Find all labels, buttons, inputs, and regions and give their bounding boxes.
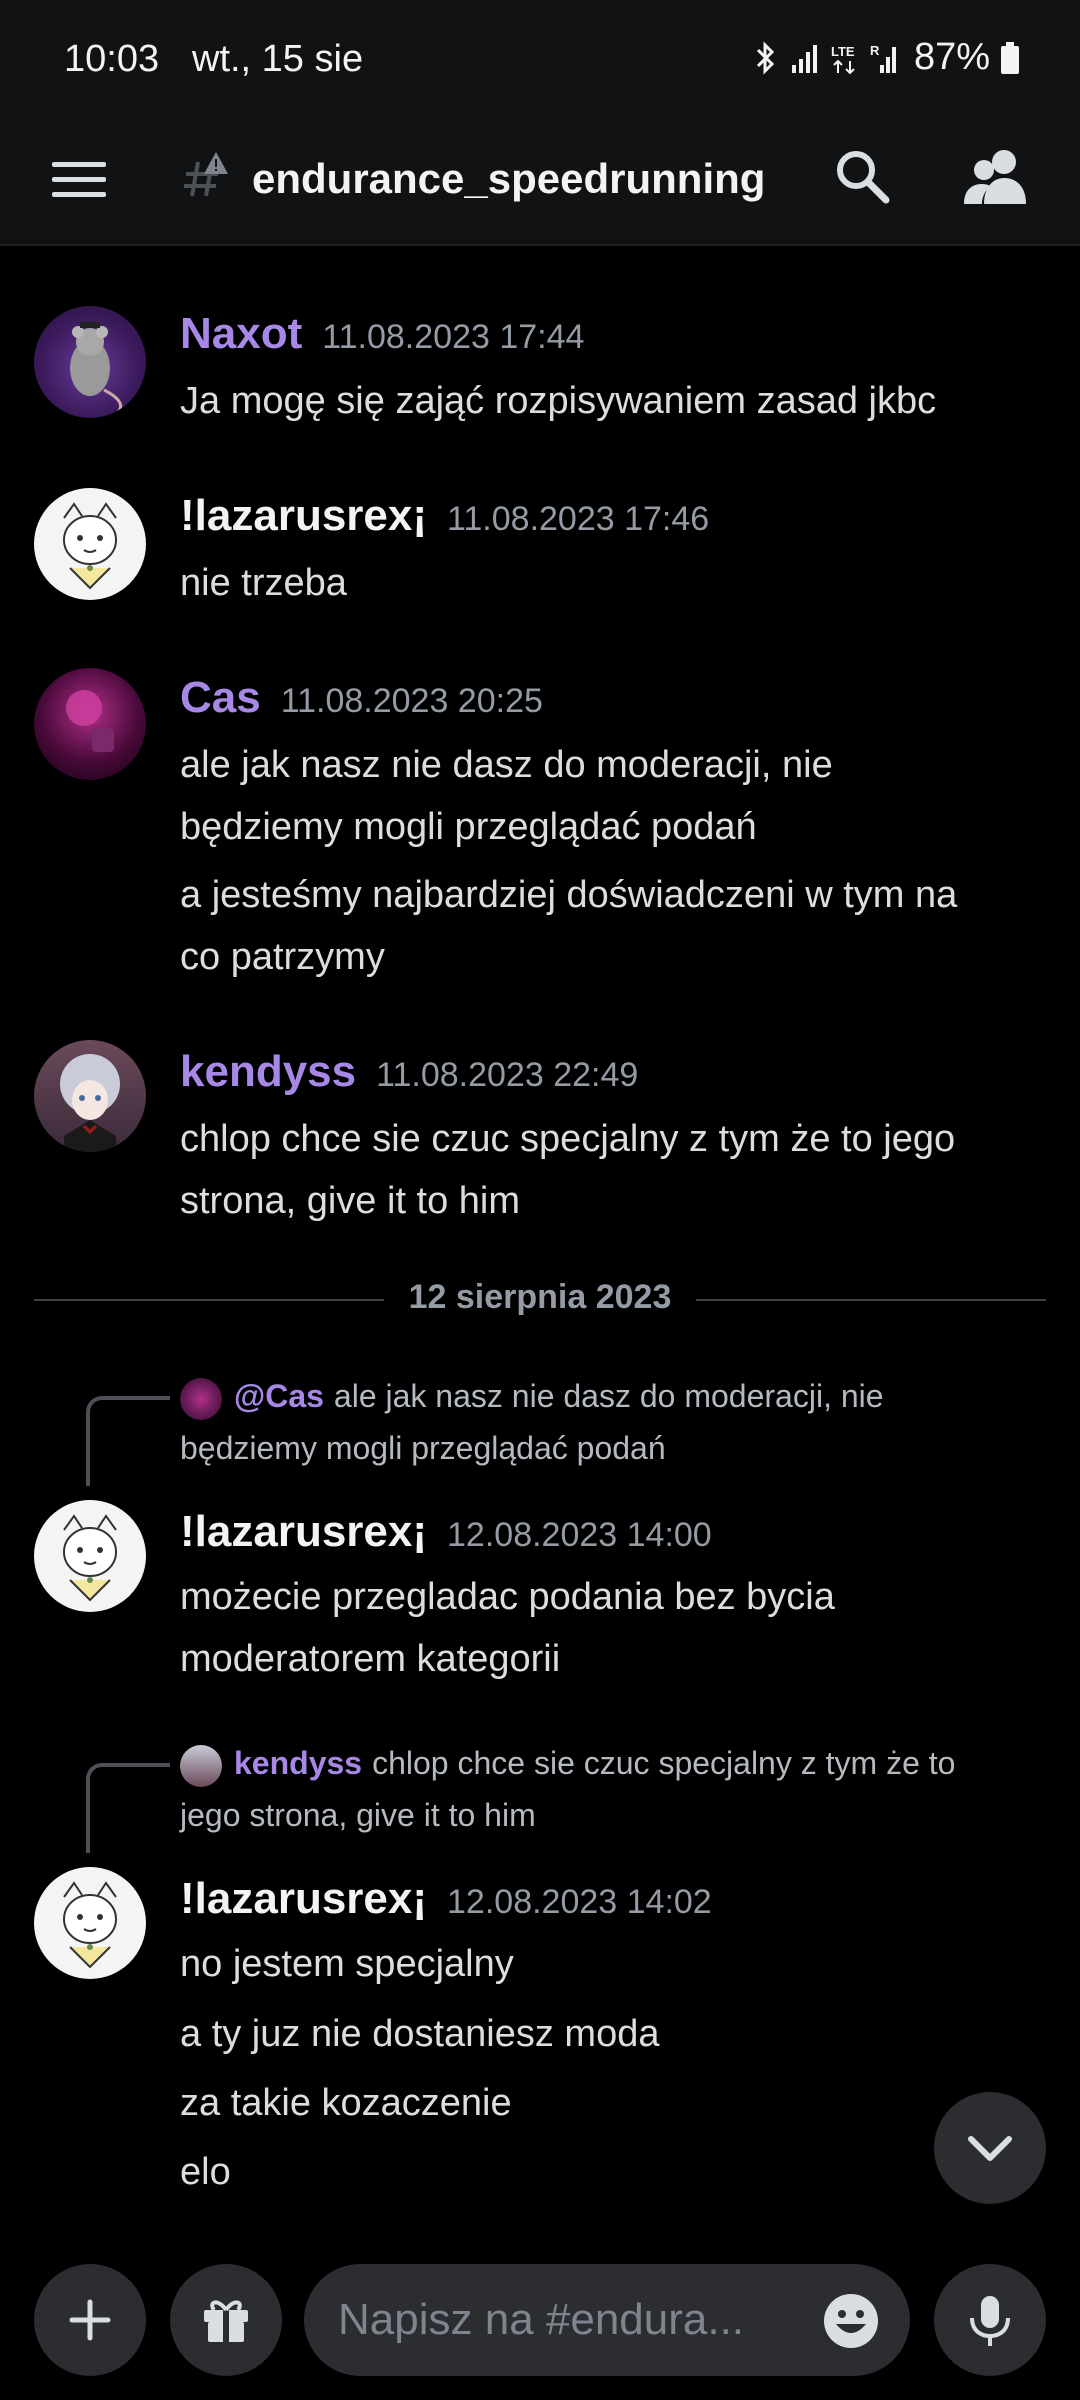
message-timestamp: 11.08.2023 22:49	[376, 1056, 639, 1094]
reply-preview[interactable]: @Cas ale jak nasz nie dasz do moderacji, …	[180, 1370, 1040, 1422]
reply-author: @Cas	[234, 1378, 324, 1414]
members-icon[interactable]	[960, 142, 1030, 212]
status-bar: 10:03 wt., 15 sie LTE R 87%	[0, 0, 1080, 118]
date-divider: 12 sierpnia 2023	[34, 1270, 1046, 1330]
status-time: 10:03	[64, 38, 160, 80]
search-icon[interactable]	[830, 144, 894, 208]
emoji-icon[interactable]	[822, 2292, 880, 2350]
message-input-container[interactable]	[304, 2264, 910, 2376]
svg-text:LTE: LTE	[831, 44, 855, 59]
message-author[interactable]: Cas 11.08.2023 20:25	[180, 670, 543, 729]
gift-icon	[204, 2300, 248, 2342]
reply-text: ale jak nasz nie dasz do moderacji, nie	[333, 1378, 884, 1414]
avatar[interactable]	[34, 488, 146, 600]
status-icons: LTE R 87%	[750, 36, 1020, 79]
battery-percentage: 87%	[913, 36, 990, 78]
message-author[interactable]: kendyss 11.08.2023 22:49	[180, 1044, 638, 1103]
reply-avatar	[180, 1377, 222, 1420]
message-timestamp: 11.08.2023 17:44	[322, 318, 585, 356]
bluetooth-icon	[756, 40, 775, 75]
message-text: co patrzymy	[180, 936, 385, 978]
channel-header: endurance_speedrunning	[0, 118, 1080, 246]
lte-icon: LTE	[831, 44, 855, 74]
battery-icon	[1001, 41, 1019, 74]
message-author[interactable]: !lazarusrex¡ 12.08.2023 14:00	[180, 1504, 712, 1563]
anime-avatar-icon	[60, 1054, 120, 1152]
hamburger-icon[interactable]	[48, 148, 110, 210]
message-timestamp: 12.08.2023 14:00	[447, 1516, 712, 1554]
goat-avatar-icon	[63, 502, 117, 590]
message-text: ale jak nasz nie dasz do moderacji, nie	[180, 744, 833, 786]
goat-avatar-icon	[63, 1514, 117, 1602]
message-text: moderatorem kategorii	[180, 1638, 561, 1680]
goat-avatar-icon	[63, 1881, 117, 1969]
message-text: będziemy mogli przeglądać podań	[180, 806, 757, 848]
message-composer	[0, 2252, 1080, 2400]
avatar[interactable]	[34, 668, 146, 780]
channel-name[interactable]: endurance_speedrunning	[252, 142, 765, 216]
message-text: a jesteśmy najbardziej doświadczeni w ty…	[180, 874, 958, 916]
helmet-avatar-icon	[66, 690, 114, 752]
message-timestamp: 11.08.2023 20:25	[280, 682, 543, 720]
message-text: nie trzeba	[180, 562, 347, 604]
avatar[interactable]	[34, 1500, 146, 1612]
reply-connector	[86, 1763, 170, 1853]
message-author[interactable]: Naxot 11.08.2023 17:44	[180, 306, 584, 365]
message-text: strona, give it to him	[180, 1180, 521, 1222]
reply-preview[interactable]: kendyss chlop chce sie czuc specjalny z t…	[180, 1737, 1040, 1789]
chevron-down-icon	[968, 2136, 1012, 2161]
plus-icon	[69, 2299, 111, 2341]
reply-author: kendyss	[234, 1745, 363, 1781]
reply-connector	[86, 1396, 170, 1486]
date-divider-label: 12 sierpnia 2023	[408, 1278, 672, 1316]
reply-text: jego strona, give it to him	[180, 1797, 536, 1833]
gift-button[interactable]	[170, 2264, 282, 2376]
reply-text: będziemy mogli przeglądać podań	[180, 1430, 666, 1466]
add-attachment-button[interactable]	[34, 2264, 146, 2376]
message-text: chlop chce sie czuc specjalny z tym że t…	[180, 1118, 956, 1160]
message-text: możecie przegladac podania bez bycia	[180, 1576, 835, 1618]
message-author[interactable]: !lazarusrex¡ 12.08.2023 14:02	[180, 1871, 712, 1930]
status-date: wt., 15 sie	[192, 38, 364, 80]
message-timestamp: 11.08.2023 17:46	[447, 500, 710, 538]
signal-icon	[791, 44, 817, 73]
microphone-icon	[970, 2296, 1010, 2346]
signal-r-icon: R	[870, 43, 896, 73]
reply-text: chlop chce sie czuc specjalny z tym że t…	[372, 1745, 956, 1781]
message-timestamp: 12.08.2023 14:02	[447, 1883, 712, 1921]
voice-message-button[interactable]	[934, 2264, 1046, 2376]
message-input[interactable]	[338, 2264, 798, 2376]
svg-text:R: R	[870, 43, 880, 58]
avatar[interactable]	[34, 306, 146, 418]
rat-avatar-icon	[70, 322, 123, 414]
avatar[interactable]	[34, 1867, 146, 1979]
avatar[interactable]	[34, 1040, 146, 1152]
message-text: a ty juz nie dostaniesz moda	[180, 2013, 660, 2055]
message-author[interactable]: !lazarusrex¡ 11.08.2023 17:46	[180, 488, 709, 547]
message-text: no jestem specjalny	[180, 1943, 514, 1985]
message-text: Ja mogę się zająć rozpisywaniem zasad jk…	[180, 380, 937, 422]
message-text: elo	[180, 2151, 231, 2193]
message-text: za takie kozaczenie	[180, 2082, 512, 2124]
text-channel-locked-icon	[184, 152, 228, 197]
jump-to-bottom-button[interactable]	[934, 2092, 1046, 2204]
reply-avatar	[180, 1744, 222, 1787]
